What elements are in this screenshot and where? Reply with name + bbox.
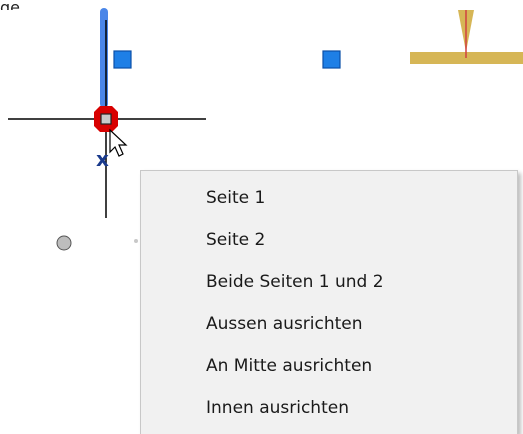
menu-item-aussen-ausrichten[interactable]: Aussen ausrichten (141, 306, 517, 342)
grey-point-small (134, 239, 138, 243)
grip-handle-left[interactable] (113, 50, 132, 69)
context-menu: Seite 1 Seite 2 Beide Seiten 1 und 2 Aus… (140, 170, 518, 434)
grey-point-circle[interactable] (56, 235, 72, 251)
grip-handle-middle[interactable] (322, 50, 341, 69)
menu-item-beide-seiten[interactable]: Beide Seiten 1 und 2 (141, 264, 517, 300)
menu-item-an-mitte-ausrichten[interactable]: An Mitte ausrichten (141, 348, 517, 384)
selected-element-highlight[interactable] (100, 8, 108, 108)
menu-item-seite-1[interactable]: Seite 1 (141, 180, 517, 216)
snap-marker-center (100, 113, 112, 125)
menu-item-seite-2[interactable]: Seite 2 (141, 222, 517, 258)
menu-item-innen-ausrichten[interactable]: Innen ausrichten (141, 390, 517, 426)
pointer-cursor-icon (109, 128, 128, 157)
x-marker-icon: x (96, 147, 109, 171)
